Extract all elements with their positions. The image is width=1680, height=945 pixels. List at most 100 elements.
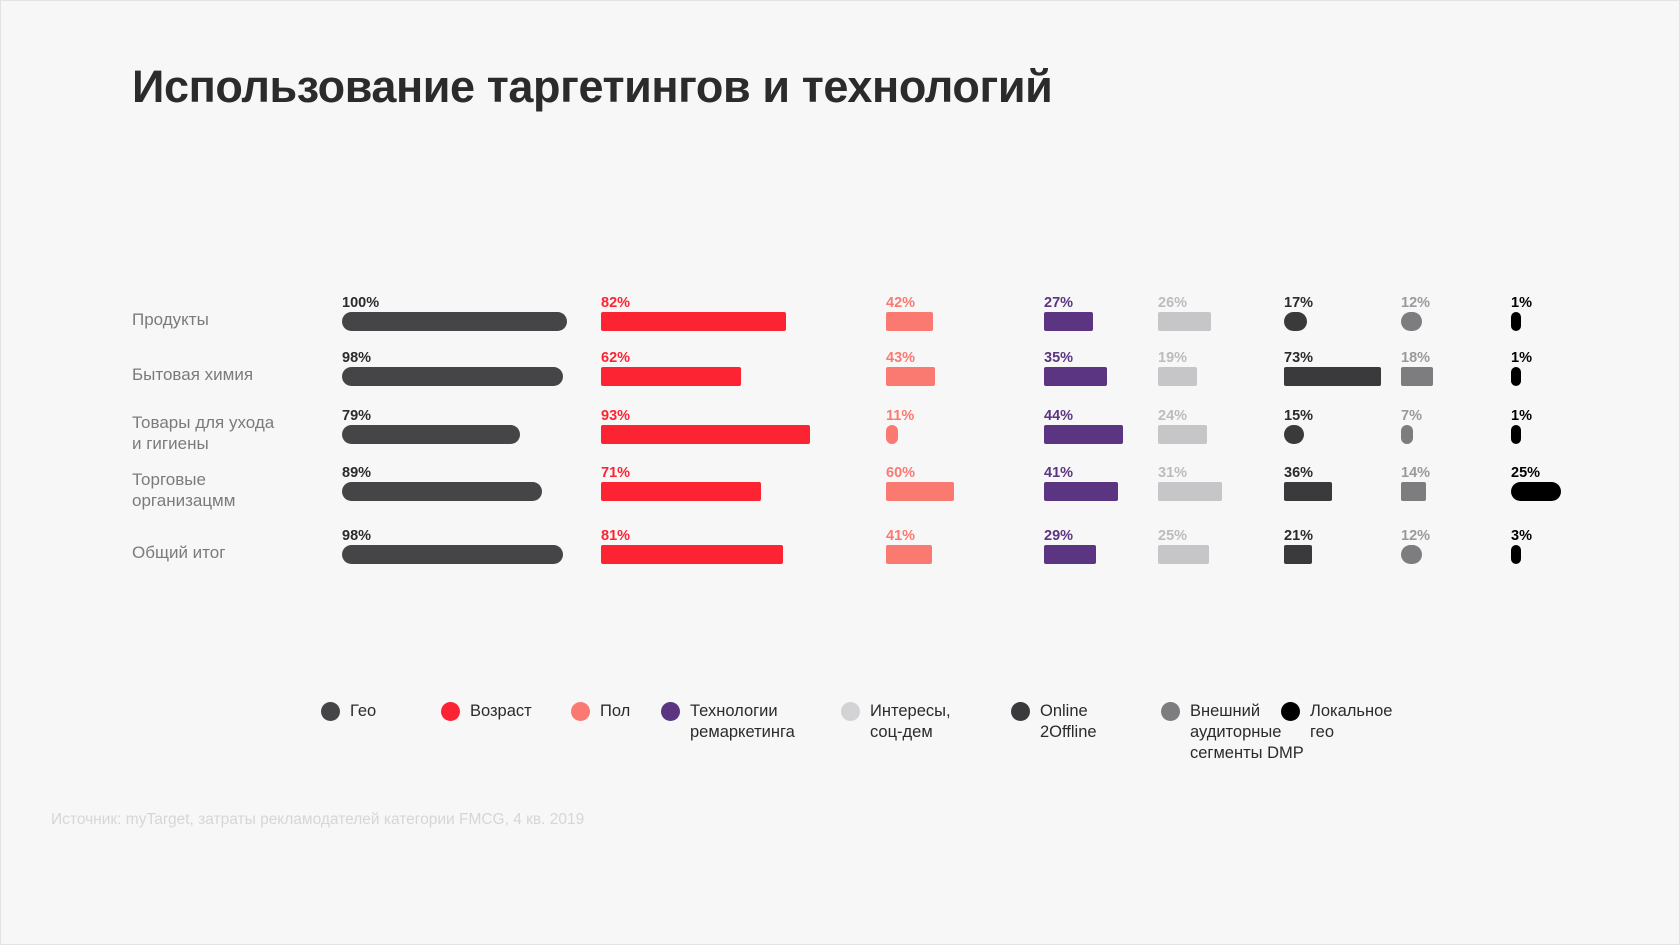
category-label: Продукты <box>132 310 209 329</box>
chart-plot-area: Продукты Бытовая химия Товары для ухода и … <box>1 1 1679 944</box>
bar[interactable] <box>342 545 563 564</box>
bar-value-label: 31% <box>1158 465 1188 481</box>
legend-label: Локальное гео <box>1310 702 1393 741</box>
bar-value-label: 43% <box>886 350 916 366</box>
bar-value-label: 62% <box>601 350 631 366</box>
bar-group: 89% <box>342 441 602 501</box>
bar-value-label: 1% <box>1511 408 1532 424</box>
bar[interactable] <box>1284 482 1332 501</box>
bar-value-label: 35% <box>1044 350 1074 366</box>
bar-value-label: 7% <box>1401 408 1422 424</box>
bar[interactable] <box>1511 545 1521 564</box>
legend-label: Возраст <box>470 702 532 720</box>
bar-value-label: 60% <box>886 465 916 481</box>
bar-value-label: 15% <box>1284 408 1314 424</box>
legend-label: Технологии ремаркетинга <box>690 702 795 741</box>
legend-swatch-icon <box>571 702 590 721</box>
bar-group: 3% <box>1511 504 1679 564</box>
bar[interactable] <box>1158 482 1222 501</box>
legend-swatch-icon <box>1281 702 1300 721</box>
legend-swatch-icon <box>661 702 680 721</box>
bar[interactable] <box>1284 545 1312 564</box>
bar-value-label: 11% <box>886 408 915 424</box>
legend-label: Пол <box>600 702 631 720</box>
bar-value-label: 98% <box>342 528 372 544</box>
legend-item[interactable]: Online 2Offline <box>1011 701 1097 743</box>
category-label: Общий итог <box>132 543 226 562</box>
bar[interactable] <box>886 482 954 501</box>
bar[interactable] <box>1158 545 1210 564</box>
bar-value-label: 1% <box>1511 350 1532 366</box>
bar-group: 62% <box>601 326 861 386</box>
bar-group: 1% <box>1511 271 1679 331</box>
bar-value-label: 42% <box>886 295 916 311</box>
legend-item[interactable]: Интересы, соц-дем <box>841 701 951 743</box>
bar-group: 93% <box>601 384 861 444</box>
bar-value-label: 27% <box>1044 295 1074 311</box>
bar[interactable] <box>1401 545 1422 564</box>
bar[interactable] <box>1511 482 1561 501</box>
bar-value-label: 3% <box>1511 528 1532 544</box>
bar-group: 79% <box>342 384 602 444</box>
bar-value-label: 17% <box>1284 295 1314 311</box>
bar-value-label: 93% <box>601 408 631 424</box>
legend-swatch-icon <box>441 702 460 721</box>
bar-value-label: 18% <box>1401 350 1431 366</box>
bar[interactable] <box>1401 482 1426 501</box>
bar-value-label: 12% <box>1401 528 1431 544</box>
bar-group: 71% <box>601 441 861 501</box>
bar-value-label: 41% <box>1044 465 1074 481</box>
bar-value-label: 44% <box>1044 408 1074 424</box>
category-label: Бытовая химия <box>132 365 254 384</box>
bar-value-label: 19% <box>1158 350 1188 366</box>
bar-value-label: 100% <box>342 295 380 311</box>
bar-group: 82% <box>601 271 861 331</box>
bar-value-label: 25% <box>1511 465 1541 481</box>
bar[interactable] <box>601 545 784 564</box>
legend-swatch-icon <box>1161 702 1180 721</box>
legend-item[interactable]: Локальное гео <box>1281 701 1392 743</box>
bar-value-label: 12% <box>1401 295 1431 311</box>
bar[interactable] <box>1044 482 1118 501</box>
slide-canvas: Использование таргетингов и технологий П… <box>0 0 1680 945</box>
bar-group: 1% <box>1511 384 1679 444</box>
bar-value-label: 89% <box>342 465 372 481</box>
bar-group: 98% <box>342 504 602 564</box>
bar-value-label: 82% <box>601 295 631 311</box>
legend-swatch-icon <box>841 702 860 721</box>
bar-value-label: 73% <box>1284 350 1314 366</box>
bar-group: 81% <box>601 504 861 564</box>
legend-item[interactable]: Пол <box>571 701 630 722</box>
legend-label: Online 2Offline <box>1040 702 1097 741</box>
bar-value-label: 24% <box>1158 408 1188 424</box>
legend-label: Интересы, соц-дем <box>870 702 951 741</box>
bar-value-label: 1% <box>1511 295 1532 311</box>
bar-group: 25% <box>1511 441 1679 501</box>
bar-value-label: 21% <box>1284 528 1314 544</box>
category-label: Товары для ухода и гигиены <box>132 413 275 453</box>
bar[interactable] <box>1044 545 1097 564</box>
bar-value-label: 36% <box>1284 465 1314 481</box>
bar-value-label: 71% <box>601 465 631 481</box>
bar[interactable] <box>601 482 761 501</box>
bar-group: 100% <box>342 271 602 331</box>
legend-item[interactable]: Возраст <box>441 701 532 722</box>
bar-value-label: 81% <box>601 528 631 544</box>
bar-value-label: 14% <box>1401 465 1431 481</box>
bar-group: 1% <box>1511 326 1679 386</box>
bar-value-label: 25% <box>1158 528 1188 544</box>
legend-item[interactable]: Технологии ремаркетинга <box>661 701 795 743</box>
bar-value-label: 41% <box>886 528 916 544</box>
legend-item[interactable]: Гео <box>321 701 376 722</box>
bar-value-label: 29% <box>1044 528 1074 544</box>
bar-group: 98% <box>342 326 602 386</box>
bar[interactable] <box>886 545 933 564</box>
bar[interactable] <box>342 482 543 501</box>
legend-swatch-icon <box>321 702 340 721</box>
legend-label: Гео <box>350 702 377 720</box>
bar-value-label: 26% <box>1158 295 1188 311</box>
legend-swatch-icon <box>1011 702 1030 721</box>
source-note: Источник: myTarget, затраты рекламодател… <box>51 811 585 828</box>
category-label: Торговые организацмм <box>132 470 236 510</box>
bar-value-label: 79% <box>342 408 372 424</box>
